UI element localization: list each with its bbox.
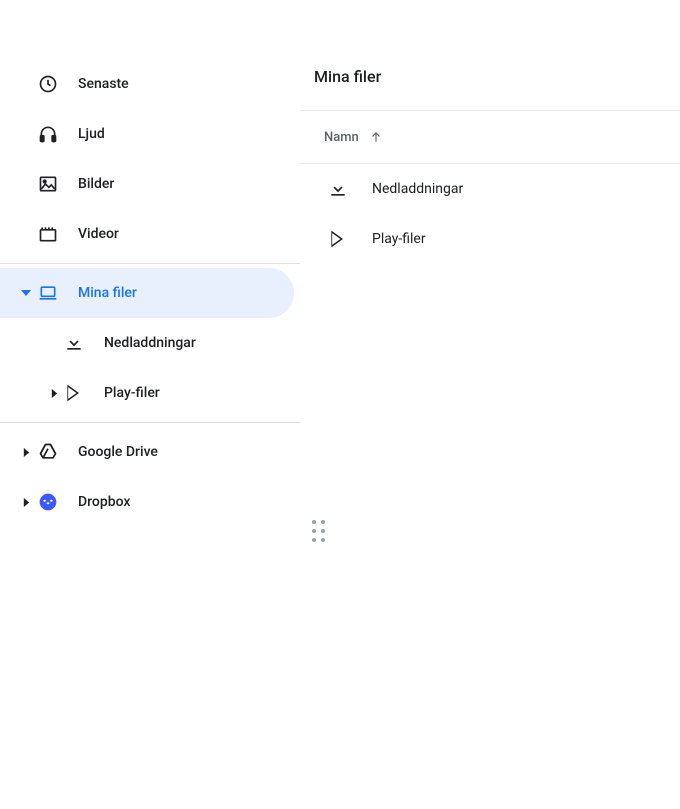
- clock-icon: [38, 74, 58, 94]
- page-title: Mina filer: [300, 55, 680, 110]
- file-name: Play-filer: [372, 231, 426, 247]
- google-play-icon: [64, 383, 84, 403]
- sidebar: Senaste Ljud Bilder Videor: [0, 0, 300, 809]
- sort-ascending-icon: [369, 130, 383, 144]
- headphones-icon: [38, 124, 58, 144]
- file-name: Nedladdningar: [372, 181, 463, 197]
- chevron-down-icon[interactable]: [14, 288, 38, 298]
- chevron-right-icon[interactable]: [14, 448, 38, 457]
- sidebar-item-drive[interactable]: Google Drive: [0, 427, 294, 477]
- sidebar-item-dropbox[interactable]: Dropbox: [0, 477, 294, 527]
- sidebar-item-label: Dropbox: [78, 494, 130, 510]
- sidebar-item-label: Videor: [78, 226, 119, 242]
- google-play-icon: [328, 229, 348, 249]
- dropbox-icon: [38, 492, 58, 512]
- download-icon: [328, 179, 348, 199]
- sidebar-item-label: Mina filer: [78, 285, 137, 301]
- sidebar-item-label: Play-filer: [104, 385, 160, 401]
- sidebar-item-playfiles[interactable]: Play-filer: [0, 368, 294, 418]
- sidebar-item-label: Senaste: [78, 76, 129, 92]
- sidebar-item-images[interactable]: Bilder: [0, 159, 294, 209]
- main-panel: Mina filer Namn Nedladdningar Play-filer: [300, 0, 680, 809]
- sidebar-item-label: Google Drive: [78, 444, 158, 460]
- file-row-playfiles[interactable]: Play-filer: [300, 214, 680, 264]
- download-icon: [64, 333, 84, 353]
- sidebar-item-label: Bilder: [78, 176, 114, 192]
- video-icon: [38, 224, 58, 244]
- sidebar-item-videos[interactable]: Videor: [0, 209, 294, 259]
- chevron-right-icon[interactable]: [14, 498, 38, 507]
- sidebar-item-recent[interactable]: Senaste: [0, 59, 294, 109]
- google-drive-icon: [38, 442, 58, 462]
- image-icon: [38, 174, 58, 194]
- file-row-downloads[interactable]: Nedladdningar: [300, 164, 680, 214]
- sidebar-item-audio[interactable]: Ljud: [0, 109, 294, 159]
- sidebar-item-label: Nedladdningar: [104, 335, 196, 351]
- chevron-right-icon[interactable]: [44, 389, 64, 398]
- sidebar-item-myfiles[interactable]: Mina filer: [0, 268, 294, 318]
- sidebar-item-downloads[interactable]: Nedladdningar: [0, 318, 294, 368]
- column-header-label: Namn: [324, 130, 359, 145]
- resize-handle[interactable]: [312, 520, 326, 542]
- column-header-name[interactable]: Namn: [300, 111, 680, 163]
- sidebar-item-label: Ljud: [78, 126, 105, 142]
- laptop-icon: [38, 283, 58, 303]
